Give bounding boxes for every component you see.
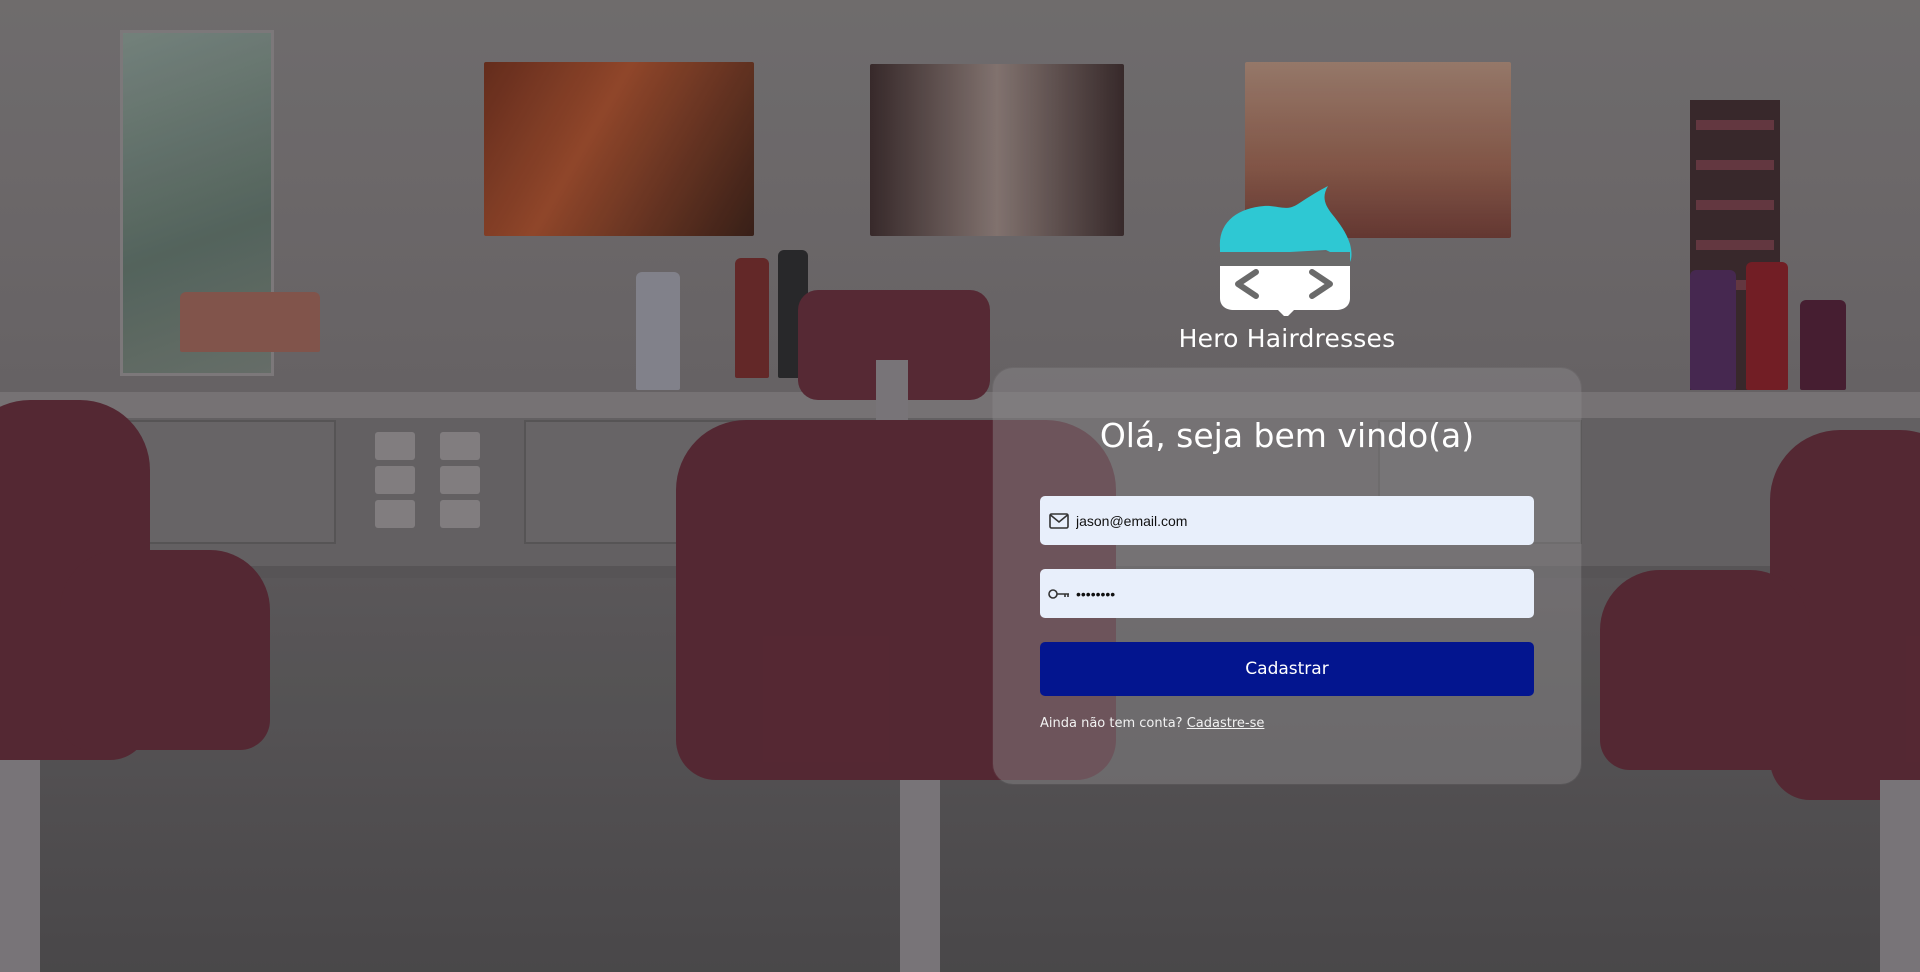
login-card: Olá, seja bem vindo(a) Cadastrar Ainda n… (993, 368, 1581, 784)
password-input[interactable] (1076, 585, 1516, 602)
signup-link[interactable]: Cadastre-se (1187, 716, 1265, 731)
signup-prompt-text: Ainda não tem conta? (1040, 716, 1183, 731)
submit-button[interactable]: Cadastrar (1040, 642, 1534, 696)
background-dim-overlay (0, 0, 1920, 972)
email-field[interactable] (1040, 496, 1534, 545)
brand-name: Hero Hairdresses (1178, 324, 1396, 353)
mail-icon (1048, 510, 1070, 532)
hero-hair-code-icon (1216, 186, 1358, 318)
email-input[interactable] (1076, 512, 1516, 529)
password-field[interactable] (1040, 569, 1534, 618)
key-icon (1048, 583, 1070, 605)
signup-prompt: Ainda não tem conta? Cadastre-se (1040, 716, 1264, 731)
greeting-title: Olá, seja bem vindo(a) (1099, 416, 1475, 455)
background-salon-photo (0, 0, 1920, 972)
